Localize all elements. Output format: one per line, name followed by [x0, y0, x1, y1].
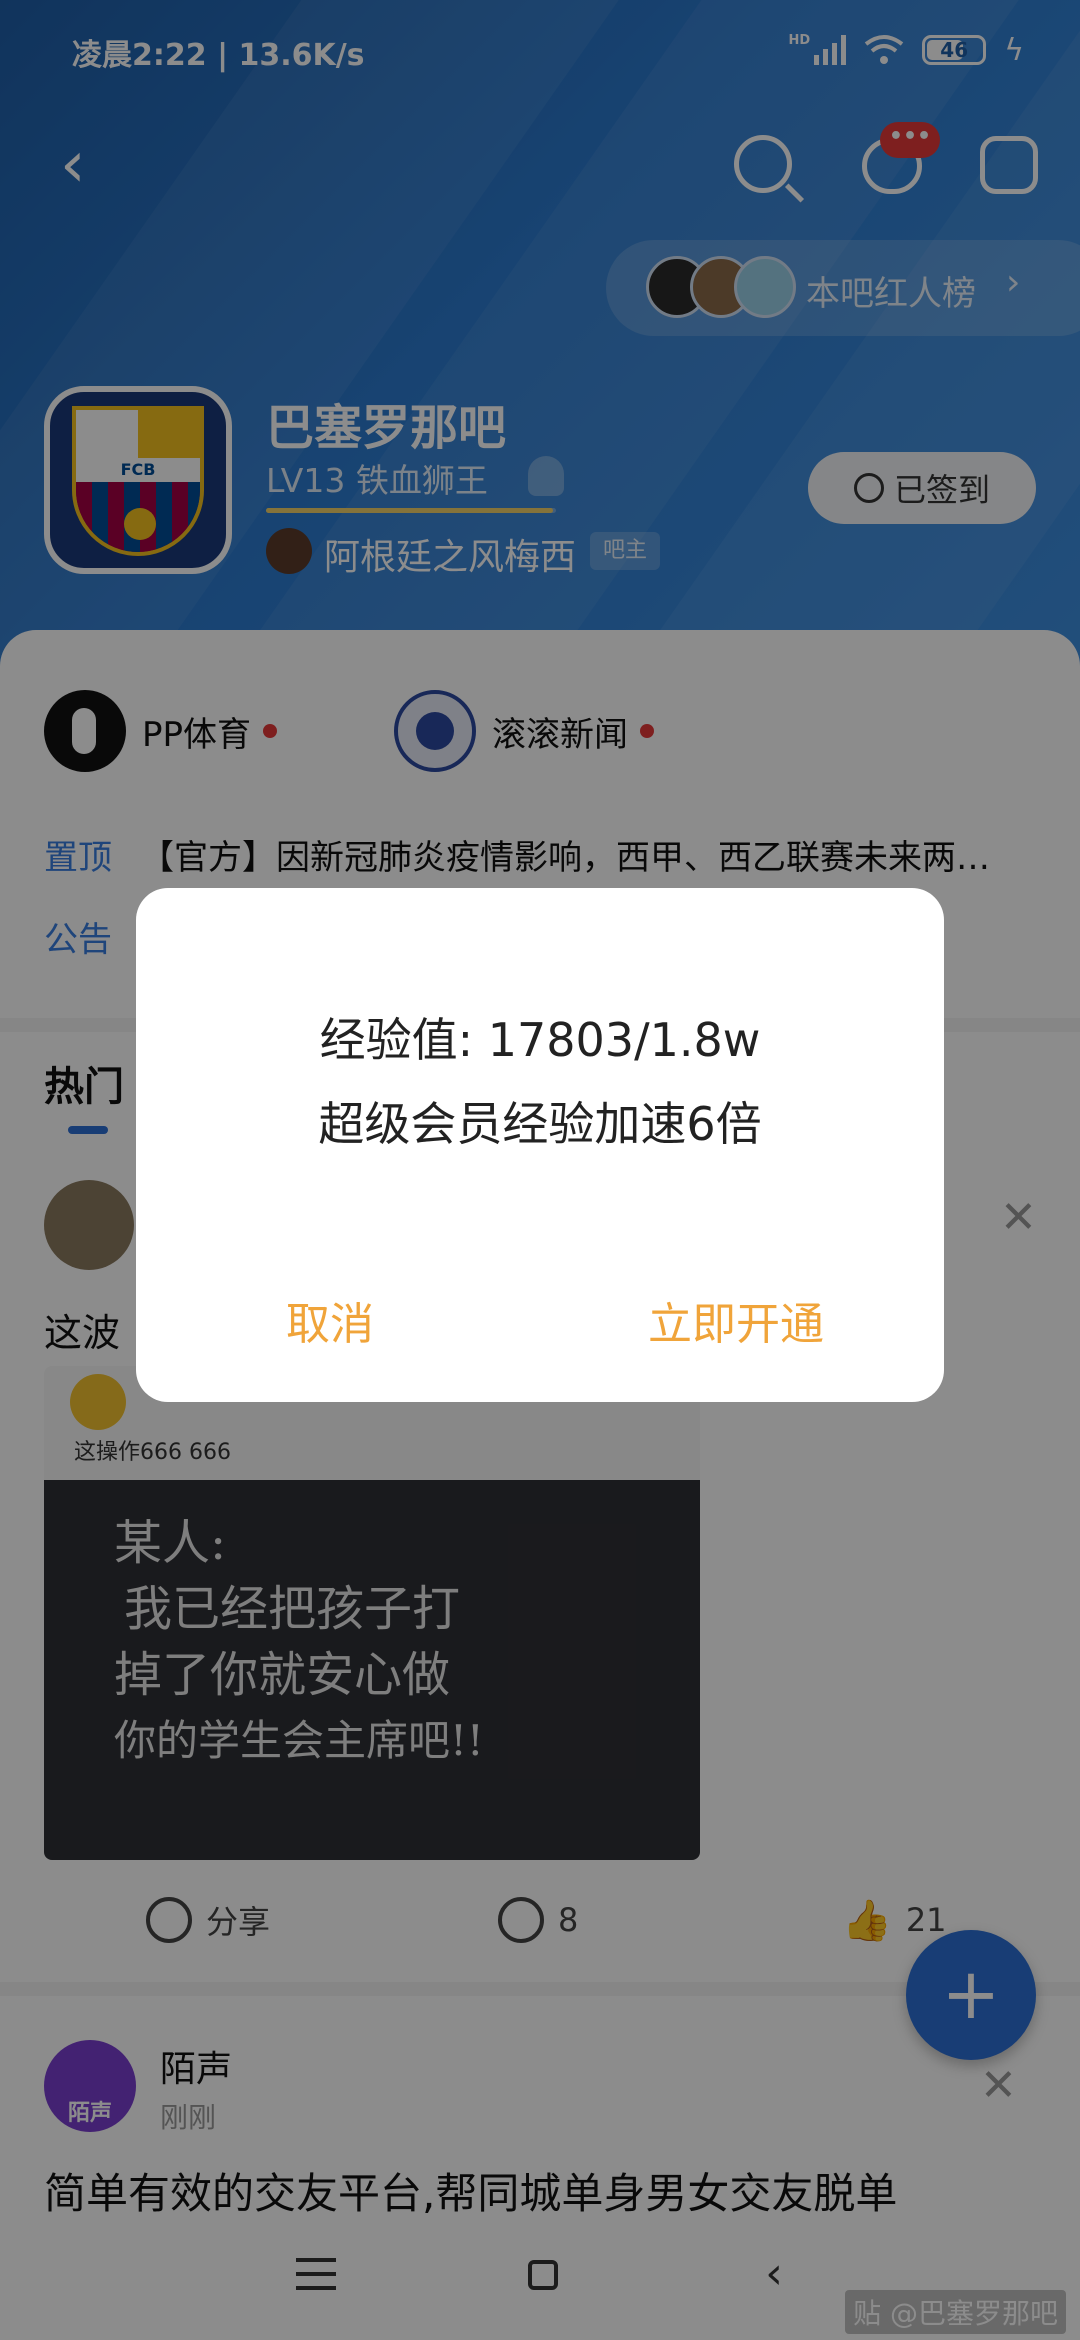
experience-value: 经验值: 17803/1.8w: [319, 1013, 761, 1067]
cancel-button[interactable]: 取消: [286, 1288, 374, 1352]
activate-button[interactable]: 立即开通: [648, 1288, 824, 1352]
experience-dialog: 经验值: 17803/1.8w 超级会员经验加速6倍 取消 立即开通: [136, 888, 944, 1402]
vip-boost-text: 超级会员经验加速6倍: [318, 1097, 762, 1151]
